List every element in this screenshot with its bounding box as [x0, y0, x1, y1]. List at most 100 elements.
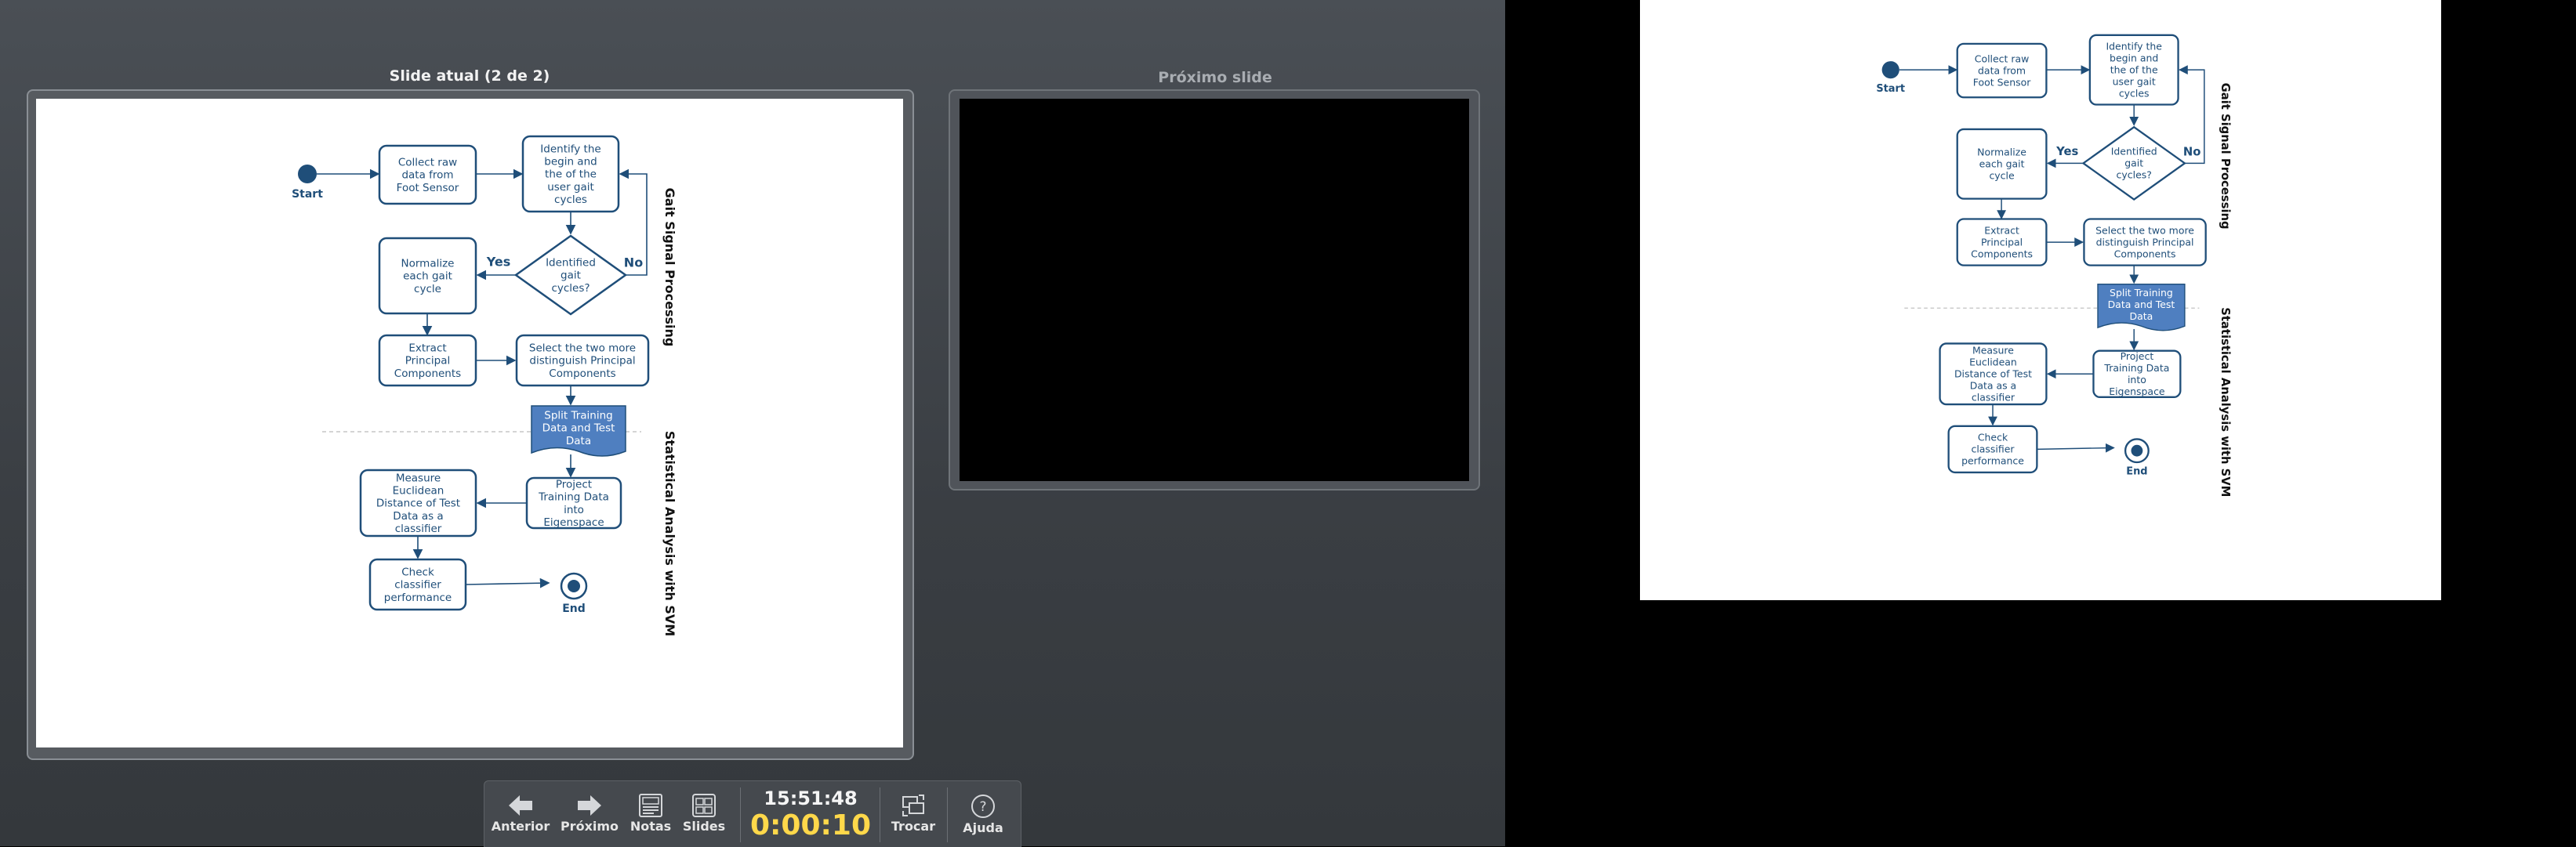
flowchart: Start Collect rawdata fromFoot Sensor Iden… [292, 135, 677, 636]
extract-node-label: Principal [1981, 236, 2023, 248]
collect-node-label: Collect raw [398, 157, 457, 169]
slide-sorter-icon [692, 794, 716, 817]
project-node-label: Project [556, 478, 592, 490]
elapsed-timer[interactable]: 0:00:10 [748, 809, 873, 842]
decision-label: cycles? [551, 282, 590, 295]
identify-node-label: the of the [545, 168, 597, 181]
arrow-check-end [465, 577, 550, 588]
section-label-gait: Gait Signal Processing [662, 188, 677, 347]
check-node-label: Check [1978, 432, 2008, 443]
identify-node-label: cycles [2119, 87, 2150, 99]
decision-label: gait [2124, 157, 2143, 169]
no-label: No [2183, 146, 2201, 159]
flowchart: Start Collect rawdata fromFoot Sensor Iden… [1876, 34, 2232, 497]
identify-node-label: begin and [544, 156, 597, 168]
swap-label: Trocar [891, 819, 936, 834]
normalize-node-label: cycle [1989, 170, 2014, 182]
decision-label: gait [561, 270, 581, 282]
current-slide-title: Slide atual (2 de 2) [389, 67, 550, 85]
select-node-label: distinguish Principal [2096, 236, 2194, 248]
swap-button[interactable]: Trocar [886, 789, 941, 844]
section-label-gait: Gait Signal Processing [2219, 83, 2232, 230]
start-label: Start [292, 188, 323, 201]
measure-node-label: Euclidean [1969, 357, 2017, 368]
extract-node-label: Extract [408, 342, 446, 355]
arrow-left-icon [509, 795, 532, 816]
decision-label: cycles? [2117, 169, 2152, 181]
measure-node-label: Data as a [1970, 380, 2016, 392]
identify-node-label: user gait [547, 181, 594, 194]
section-label-svm: Statistical Analysis with SVM [662, 431, 677, 636]
collect-node-label: Foot Sensor [397, 182, 459, 194]
project-node-label: Training Data [2103, 362, 2169, 374]
toolbar-separator [947, 787, 948, 842]
identify-node-label: user gait [2113, 75, 2156, 87]
current-slide-preview: Start Collect raw data from Foot Sensor Iden… [36, 99, 903, 747]
next-slide-frame [949, 89, 1480, 490]
previous-button[interactable]: Anterior [489, 789, 552, 844]
arrow-right-icon [578, 795, 601, 816]
select-node-label: distinguish Principal [529, 355, 635, 367]
split-label: Data [566, 435, 591, 447]
check-node-label: classifier [1971, 443, 2015, 455]
collect-node-label: data from [401, 169, 453, 182]
select-node-label: Select the two more [2095, 224, 2194, 236]
yes-label: Yes [486, 255, 511, 270]
help-icon: ? [971, 795, 995, 818]
identify-node-label: the of the [2110, 64, 2158, 76]
extract-node-label: Principal [405, 355, 451, 367]
swap-screens-icon [902, 795, 924, 816]
end-label: End [2126, 466, 2147, 478]
measure-node-label: classifier [1972, 392, 2015, 404]
split-label: Data and Test [542, 422, 615, 435]
end-node-core [2131, 444, 2143, 457]
measure-node-label: Measure [396, 472, 441, 484]
identify-node-label: begin and [2110, 52, 2158, 64]
decision-label: Identified [546, 257, 596, 270]
extract-node-label: Components [394, 367, 461, 380]
audience-slide-view[interactable]: Start Collect raw data from Foot Sensor Iden… [1640, 0, 2441, 600]
next-label: Próximo [560, 819, 619, 834]
help-label: Ajuda [963, 820, 1003, 835]
project-node-label: Project [2121, 350, 2154, 362]
no-label: No [624, 255, 643, 270]
notes-label: Notas [629, 819, 672, 834]
measure-node-label: Distance of Test [1954, 368, 2032, 380]
extract-node-label: Extract [1984, 224, 2019, 236]
project-node-label: into [564, 504, 584, 516]
measure-node-label: classifier [395, 523, 442, 535]
measure-node-label: Euclidean [393, 485, 444, 498]
current-slide-frame: Start Collect raw data from Foot Sensor Iden… [27, 89, 914, 760]
measure-node-label: Measure [1972, 345, 2014, 357]
presenter-toolbar: Anterior Próximo Notas Slides 15:51:48 0… [484, 780, 1021, 847]
normalize-node-label: Normalize [1977, 147, 2026, 158]
toolbar-separator [740, 787, 741, 842]
project-node-label: Training Data [538, 491, 609, 504]
normalize-node-label: cycle [414, 283, 441, 295]
next-button[interactable]: Próximo [558, 789, 621, 844]
notes-button[interactable]: Notas [626, 789, 676, 844]
check-node-label: Check [401, 566, 434, 579]
decision-label: Identified [2111, 146, 2157, 157]
yes-label: Yes [2055, 145, 2078, 158]
normalize-node-label: each gait [403, 270, 452, 283]
identify-node-label: Identify the [2106, 41, 2162, 52]
split-label: Data [2130, 310, 2153, 322]
collect-node-label: Collect raw [1975, 52, 2030, 64]
arrow-check-end [2037, 443, 2115, 453]
next-slide-title: Próximo slide [1158, 69, 1272, 86]
normalize-node-label: Normalize [401, 258, 455, 270]
project-node-label: Eigenspace [2109, 385, 2164, 397]
check-node-label: performance [1961, 455, 2024, 467]
next-slide-preview[interactable] [960, 99, 1469, 481]
measure-node-label: Data as a [393, 510, 443, 523]
split-label: Split Training [544, 410, 613, 422]
help-button[interactable]: ? Ajuda [952, 789, 1014, 844]
section-label-svm: Statistical Analysis with SVM [2219, 307, 2232, 497]
identify-node-label: cycles [554, 194, 587, 206]
collect-node-label: Foot Sensor [1973, 76, 2031, 88]
slides-button[interactable]: Slides [679, 789, 729, 844]
select-node-label: Select the two more [529, 342, 636, 355]
start-node [298, 165, 317, 183]
identify-node-label: Identify the [540, 143, 600, 155]
